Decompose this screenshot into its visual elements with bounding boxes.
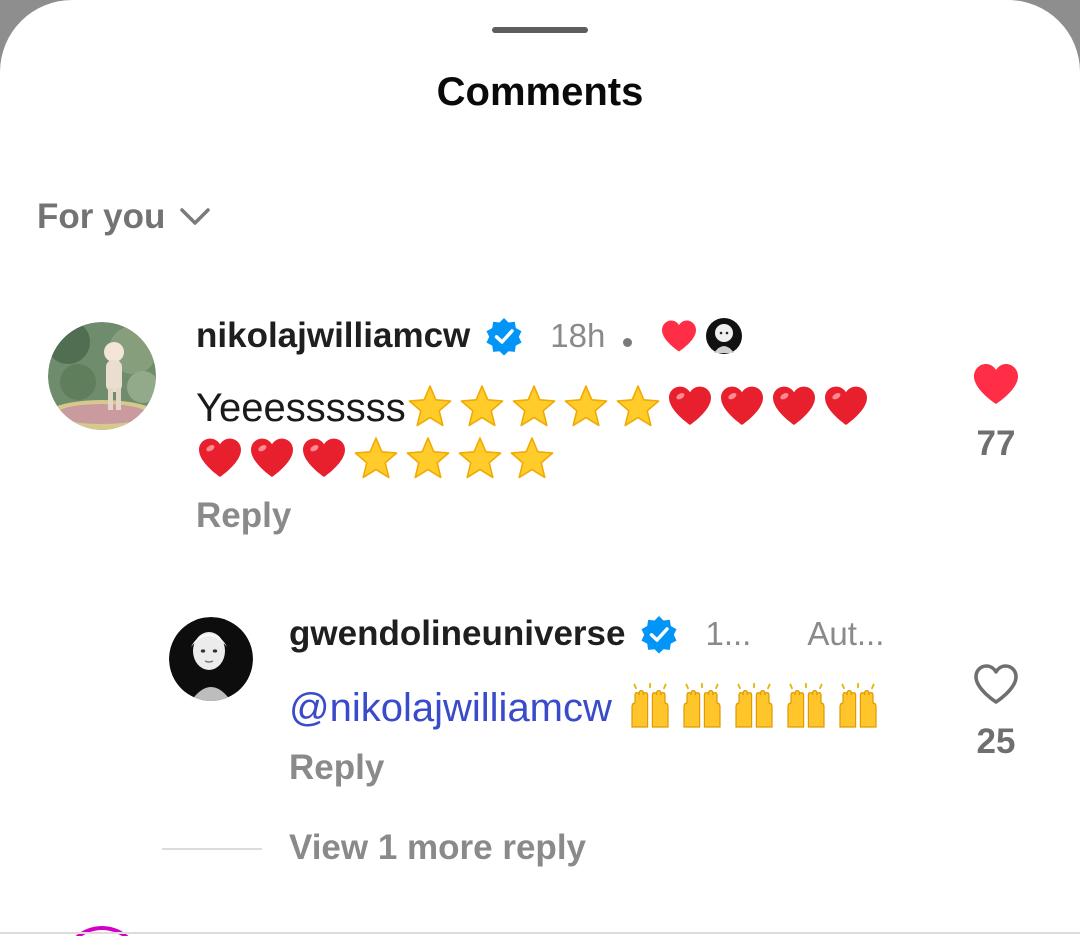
heart-emoji-icon	[199, 438, 241, 477]
star-emoji-icon	[512, 385, 556, 427]
verified-badge-icon	[639, 614, 679, 654]
heart-emoji-icon	[824, 386, 867, 425]
avatar[interactable]	[48, 322, 156, 430]
chevron-down-icon	[180, 208, 211, 225]
mention-link[interactable]: @nikolajwilliamcw	[289, 686, 612, 730]
comment-username[interactable]: gwendolineuniverse	[289, 614, 625, 654]
reply-button[interactable]: Reply	[289, 748, 384, 788]
raised-hands-emoji-icon	[631, 683, 669, 728]
author-tag: Aut...	[807, 615, 885, 652]
heart-filled-icon	[974, 364, 1018, 404]
avatar-ring	[62, 926, 142, 936]
emoji-group	[406, 385, 874, 430]
comment-header: gwendolineuniverse 1... Aut...	[289, 614, 884, 654]
emoji-group	[196, 434, 936, 486]
star-emoji-icon	[564, 385, 608, 427]
sort-dropdown[interactable]: For you	[37, 196, 211, 238]
verified-badge-icon	[484, 316, 524, 356]
raised-hands-emoji-icon	[787, 683, 825, 728]
like-count: 25	[976, 722, 1016, 761]
raised-hands-emoji-icon	[683, 683, 721, 728]
sheet-title: Comments	[436, 70, 644, 114]
heart-outline-icon	[974, 664, 1018, 704]
like-button[interactable]	[972, 662, 1020, 711]
drag-handle[interactable]	[492, 27, 588, 33]
emoji-group	[626, 683, 886, 730]
like-count: 77	[976, 424, 1016, 463]
star-emoji-icon	[510, 437, 554, 479]
star-emoji-icon	[460, 385, 504, 427]
heart-emoji-icon	[668, 386, 711, 425]
comment-body: Yeeessssss	[196, 386, 406, 430]
comment-time: 1...	[705, 615, 752, 652]
separator-dot	[623, 337, 633, 347]
thread-line	[162, 848, 262, 850]
comment-username[interactable]: nikolajwilliamcw	[196, 316, 470, 356]
heart-emoji-icon	[251, 438, 293, 477]
heart-emoji-icon	[720, 386, 763, 425]
star-emoji-icon	[354, 437, 398, 479]
comments-sheet: Comments For you nikolajwilliamcw 18h Ye…	[0, 0, 1080, 936]
raised-hands-emoji-icon	[839, 683, 877, 728]
sort-label: For you	[37, 197, 166, 236]
reply-button[interactable]: Reply	[196, 496, 291, 536]
creator-liked-indicator	[660, 317, 743, 355]
star-emoji-icon	[458, 437, 502, 479]
raised-hands-emoji-icon	[735, 683, 773, 728]
creator-avatar	[706, 318, 743, 354]
comment-header: nikolajwilliamcw 18h	[196, 316, 743, 356]
comment-time: 18h	[550, 317, 606, 354]
star-emoji-icon	[406, 437, 450, 479]
like-button[interactable]	[972, 362, 1020, 411]
divider	[0, 932, 1080, 934]
comment-text: Yeeessssss	[196, 382, 936, 486]
view-more-replies-button[interactable]: View 1 more reply	[289, 828, 586, 868]
heart-icon	[662, 320, 697, 352]
star-emoji-icon	[616, 385, 660, 427]
star-emoji-icon	[408, 385, 452, 427]
avatar[interactable]	[169, 617, 253, 701]
comment-line-1: Yeeessssss	[196, 382, 936, 434]
heart-emoji-icon	[303, 438, 345, 477]
comment-text: @nikolajwilliamcw	[289, 682, 929, 734]
heart-emoji-icon	[772, 386, 815, 425]
